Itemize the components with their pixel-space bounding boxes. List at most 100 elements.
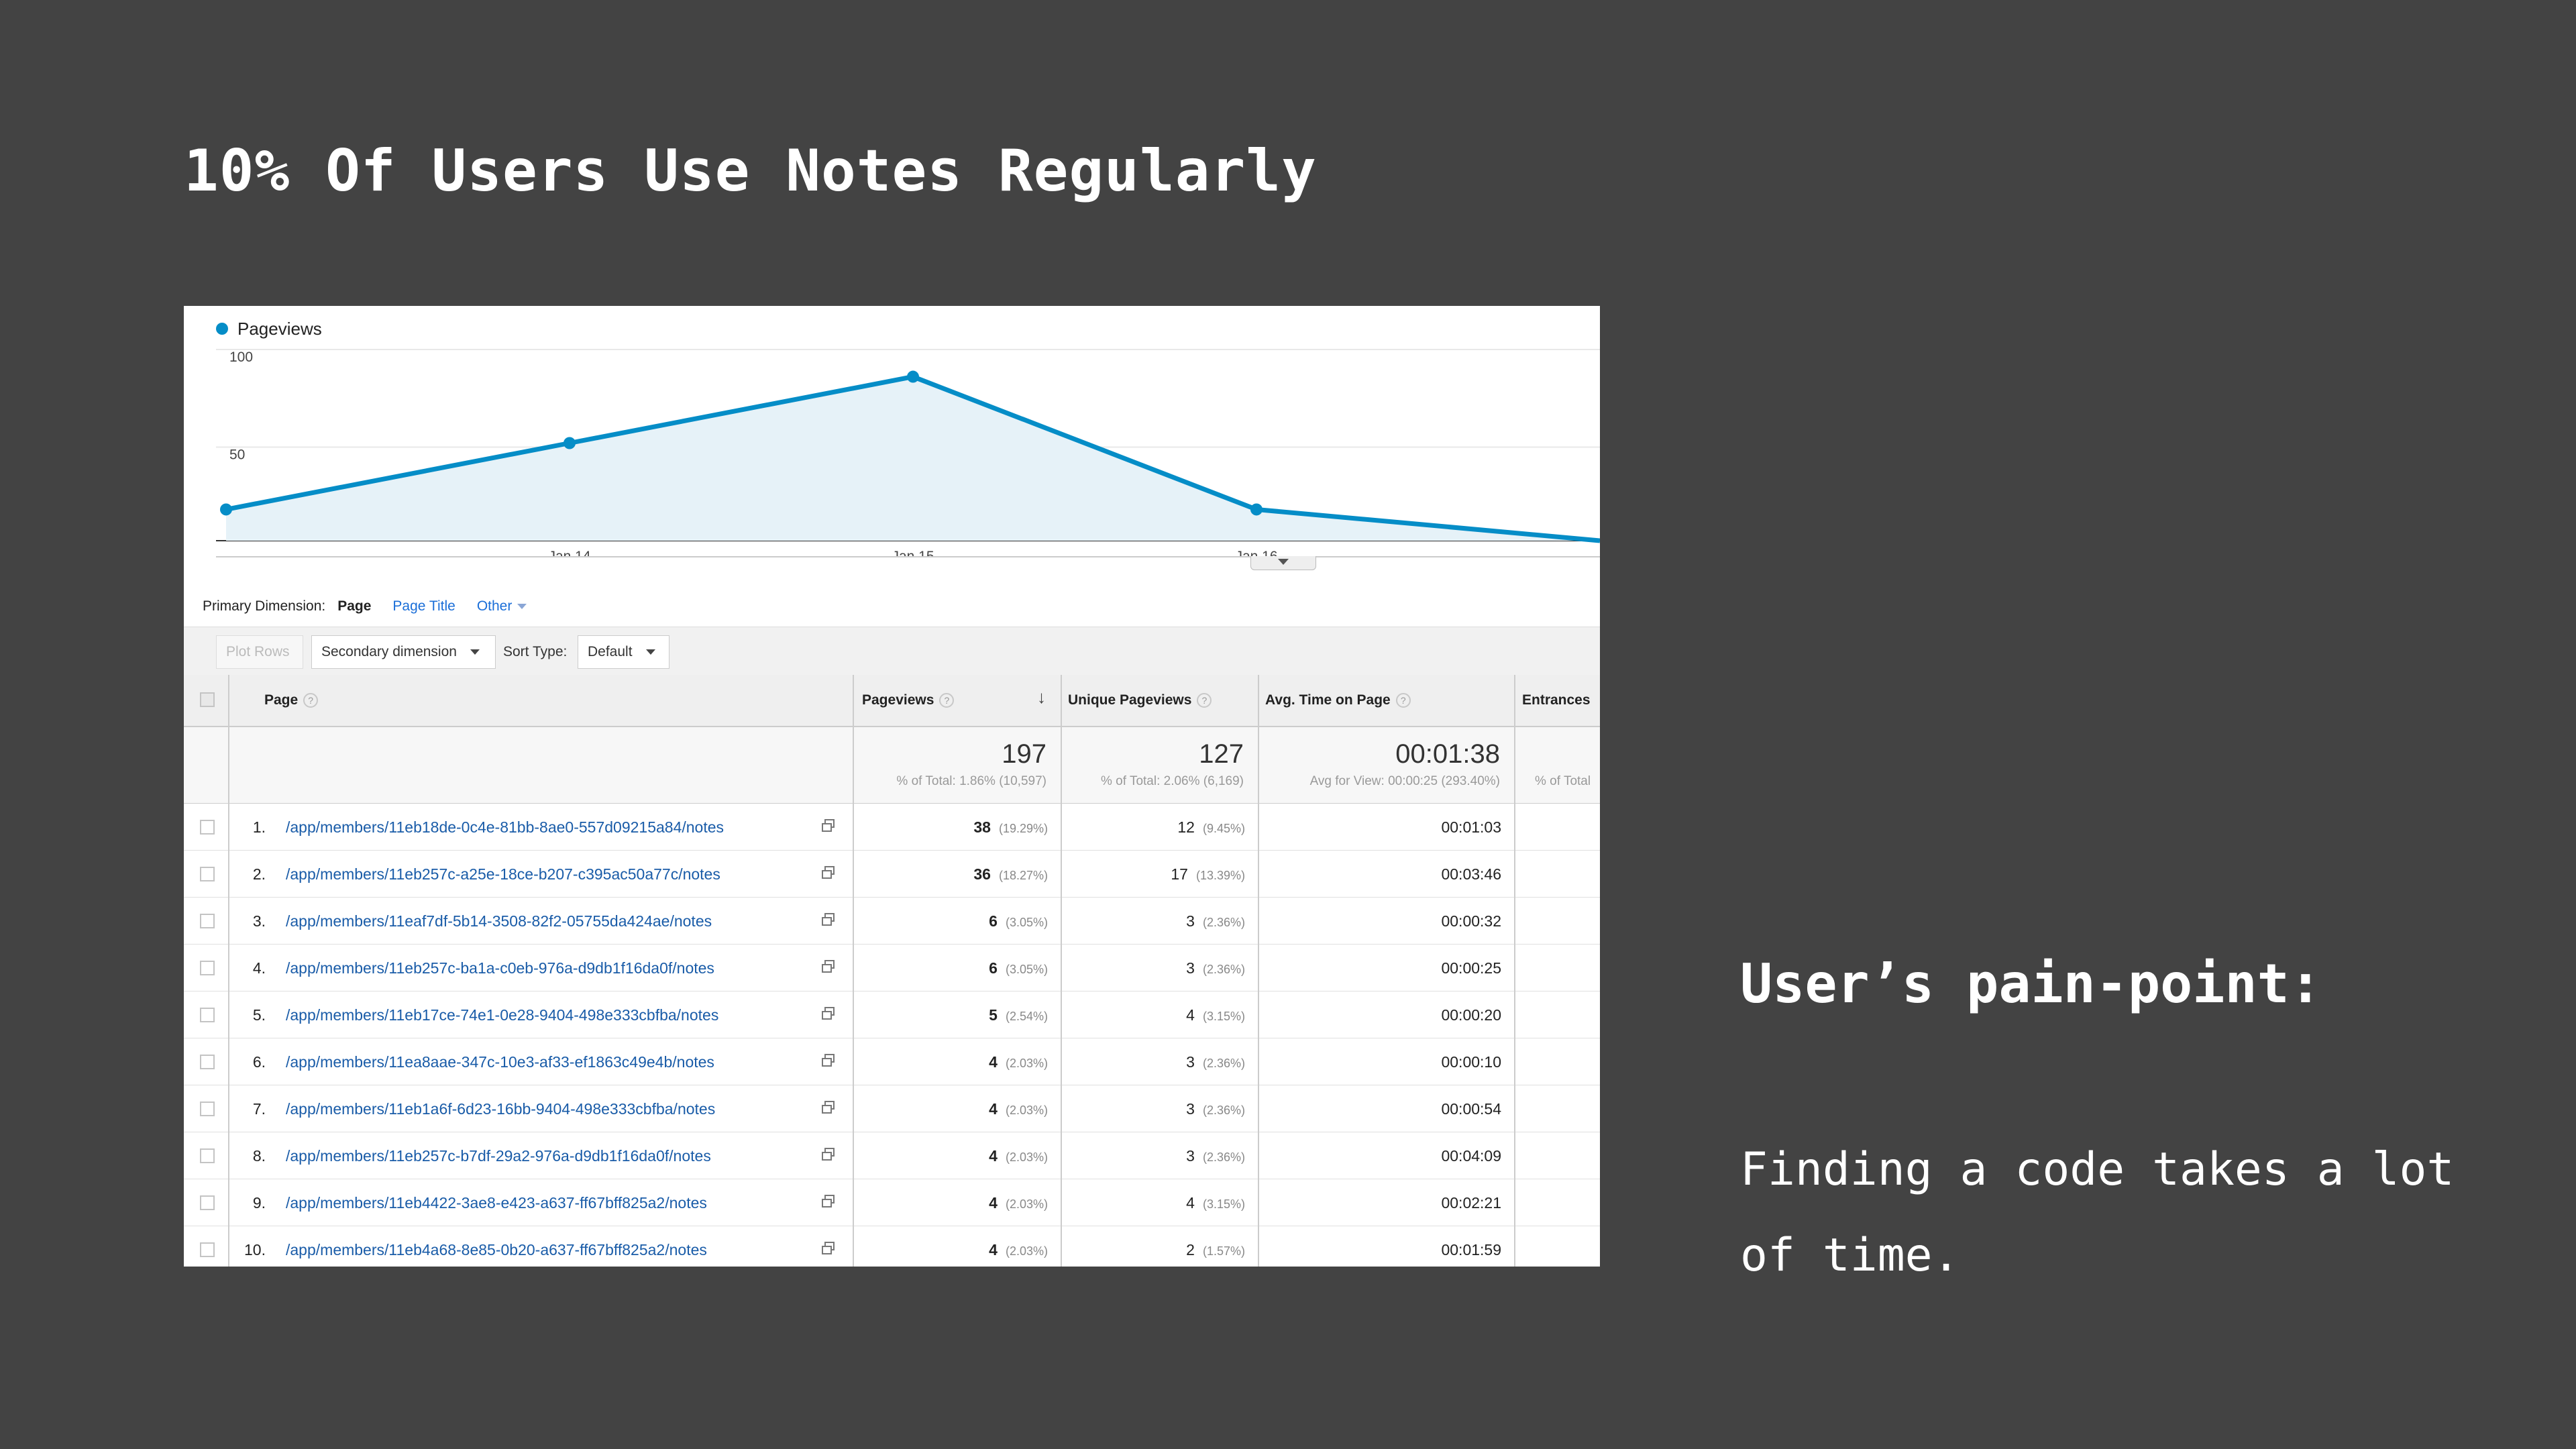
total-pageviews-value: 197 bbox=[1002, 739, 1046, 769]
chart-legend[interactable]: Pageviews bbox=[216, 315, 322, 342]
pain-point-title: User’s pain-point: bbox=[1740, 953, 2322, 1015]
unique-pageviews-cell: 17 (13.39%) bbox=[1171, 865, 1245, 883]
header-page[interactable]: Page? bbox=[264, 692, 319, 708]
open-in-new-window-icon[interactable] bbox=[821, 1147, 836, 1162]
table-row: 4. /app/members/11eb257c-ba1a-c0eb-976a-… bbox=[184, 945, 1600, 991]
row-checkbox[interactable] bbox=[200, 961, 215, 975]
row-number: 10. bbox=[244, 1241, 266, 1258]
help-icon[interactable]: ? bbox=[1395, 693, 1411, 708]
help-icon[interactable]: ? bbox=[939, 693, 955, 708]
open-in-new-window-icon[interactable] bbox=[821, 1053, 836, 1068]
help-icon[interactable]: ? bbox=[1197, 693, 1212, 708]
data-point[interactable] bbox=[564, 437, 576, 449]
pageviews-percent: (2.03%) bbox=[1005, 1057, 1048, 1070]
header-avg-time[interactable]: Avg. Time on Page? bbox=[1265, 692, 1411, 708]
pageviews-value: 5 bbox=[989, 1006, 998, 1024]
page-link[interactable]: /app/members/11eb4422-3ae8-e423-a637-ff6… bbox=[286, 1194, 707, 1212]
row-number: 3. bbox=[252, 912, 266, 930]
sort-type-value: Default bbox=[588, 644, 633, 659]
pageviews-cell: 6 (3.05%) bbox=[989, 912, 1048, 930]
plot-rows-button[interactable]: Plot Rows bbox=[216, 635, 303, 669]
page-link[interactable]: /app/members/11ea8aae-347c-10e3-af33-ef1… bbox=[286, 1053, 714, 1071]
pageviews-value: 4 bbox=[989, 1147, 998, 1165]
secondary-dimension-select[interactable]: Secondary dimension bbox=[311, 635, 496, 669]
unique-pageviews-percent: (1.57%) bbox=[1202, 1244, 1245, 1258]
page-link[interactable]: /app/members/11eb1a6f-6d23-16bb-9404-498… bbox=[286, 1100, 715, 1118]
unique-pageviews-value: 3 bbox=[1186, 912, 1195, 930]
sort-descending-icon[interactable]: ↓ bbox=[1037, 687, 1046, 708]
dimension-other[interactable]: Other bbox=[477, 598, 527, 614]
row-checkbox[interactable] bbox=[200, 1148, 215, 1163]
open-in-new-window-icon[interactable] bbox=[821, 1100, 836, 1115]
unique-pageviews-cell: 12 (9.45%) bbox=[1177, 818, 1245, 837]
unique-pageviews-cell: 3 (2.36%) bbox=[1186, 912, 1245, 930]
pageviews-cell: 38 (19.29%) bbox=[973, 818, 1048, 837]
page-link[interactable]: /app/members/11eb257c-b7df-29a2-976a-d9d… bbox=[286, 1147, 711, 1165]
page-link[interactable]: /app/members/11eb4a68-8e85-0b20-a637-ff6… bbox=[286, 1241, 707, 1259]
total-unique-sub: % of Total: 2.06% (6,169) bbox=[1101, 774, 1244, 788]
data-point[interactable] bbox=[907, 370, 919, 383]
row-checkbox[interactable] bbox=[200, 1055, 215, 1069]
open-in-new-window-icon[interactable] bbox=[821, 1194, 836, 1209]
open-in-new-window-icon[interactable] bbox=[821, 865, 836, 880]
table-row: 3. /app/members/11eaf7df-5b14-3508-82f2-… bbox=[184, 898, 1600, 945]
help-icon[interactable]: ? bbox=[303, 693, 319, 708]
page-link[interactable]: /app/members/11eb18de-0c4e-81bb-8ae0-557… bbox=[286, 818, 724, 837]
unique-pageviews-percent: (13.39%) bbox=[1195, 869, 1245, 882]
header-page-label: Page bbox=[264, 692, 299, 708]
row-checkbox[interactable] bbox=[200, 867, 215, 881]
pageviews-cell: 36 (18.27%) bbox=[973, 865, 1048, 883]
page-link[interactable]: /app/members/11eb257c-ba1a-c0eb-976a-d9d… bbox=[286, 959, 714, 977]
dimension-page-title[interactable]: Page Title bbox=[392, 598, 455, 614]
dimension-page[interactable]: Page bbox=[337, 598, 371, 614]
unique-pageviews-percent: (2.36%) bbox=[1202, 1057, 1245, 1070]
y-tick-label: 100 bbox=[229, 350, 253, 365]
open-in-new-window-icon[interactable] bbox=[821, 818, 836, 833]
table-row: 2. /app/members/11eb257c-a25e-18ce-b207-… bbox=[184, 851, 1600, 898]
row-checkbox[interactable] bbox=[200, 1102, 215, 1116]
pain-point-body: Finding a code takes a lot of time. bbox=[1740, 1143, 2455, 1282]
column-divider bbox=[1514, 675, 1515, 1267]
page-link[interactable]: /app/members/11eb257c-a25e-18ce-b207-c39… bbox=[286, 865, 720, 883]
row-checkbox[interactable] bbox=[200, 914, 215, 928]
select-all-checkbox[interactable] bbox=[200, 692, 215, 707]
pageviews-value: 4 bbox=[989, 1053, 998, 1071]
table-row: 1. /app/members/11eb18de-0c4e-81bb-8ae0-… bbox=[184, 804, 1600, 851]
page-link[interactable]: /app/members/11eaf7df-5b14-3508-82f2-057… bbox=[286, 912, 712, 930]
pageviews-value: 36 bbox=[973, 865, 991, 883]
avg-time-cell: 00:00:20 bbox=[1441, 1006, 1501, 1024]
sort-type-select[interactable]: Default bbox=[578, 635, 669, 669]
dimension-other-label: Other bbox=[476, 598, 513, 614]
data-point[interactable] bbox=[1250, 503, 1263, 516]
open-in-new-window-icon[interactable] bbox=[821, 959, 836, 974]
sort-type-label: Sort Type: bbox=[503, 644, 568, 659]
table-row: 7. /app/members/11eb1a6f-6d23-16bb-9404-… bbox=[184, 1085, 1600, 1132]
page-link[interactable]: /app/members/11eb17ce-74e1-0e28-9404-498… bbox=[286, 1006, 718, 1024]
row-checkbox[interactable] bbox=[200, 1195, 215, 1210]
row-checkbox[interactable] bbox=[200, 820, 215, 835]
open-in-new-window-icon[interactable] bbox=[821, 1006, 836, 1021]
table-row: 6. /app/members/11ea8aae-347c-10e3-af33-… bbox=[184, 1038, 1600, 1085]
pageviews-value: 4 bbox=[989, 1241, 998, 1258]
pageviews-percent: (18.27%) bbox=[998, 869, 1048, 882]
header-pageviews-label: Pageviews bbox=[862, 692, 934, 708]
open-in-new-window-icon[interactable] bbox=[821, 912, 836, 927]
open-in-new-window-icon[interactable] bbox=[821, 1241, 836, 1256]
pageviews-percent: (3.05%) bbox=[1005, 963, 1048, 976]
pageviews-percent: (2.03%) bbox=[1005, 1104, 1048, 1117]
row-checkbox[interactable] bbox=[200, 1008, 215, 1022]
pageviews-value: 6 bbox=[989, 959, 998, 977]
avg-time-cell: 00:01:03 bbox=[1441, 818, 1501, 836]
unique-pageviews-cell: 3 (2.36%) bbox=[1186, 1053, 1245, 1071]
data-point[interactable] bbox=[220, 503, 232, 516]
table-row: 5. /app/members/11eb17ce-74e1-0e28-9404-… bbox=[184, 991, 1600, 1038]
chart-collapse-toggle[interactable] bbox=[1250, 556, 1316, 570]
header-pageviews[interactable]: Pageviews? bbox=[862, 692, 955, 708]
column-divider bbox=[853, 675, 854, 1267]
row-checkbox[interactable] bbox=[200, 1242, 215, 1257]
unique-pageviews-cell: 3 (2.36%) bbox=[1186, 959, 1245, 977]
header-unique-pageviews[interactable]: Unique Pageviews? bbox=[1068, 692, 1212, 708]
header-entrances[interactable]: Entrances bbox=[1522, 692, 1591, 708]
total-entrances-sub: % of Total bbox=[1535, 774, 1591, 788]
unique-pageviews-cell: 4 (3.15%) bbox=[1186, 1194, 1245, 1212]
